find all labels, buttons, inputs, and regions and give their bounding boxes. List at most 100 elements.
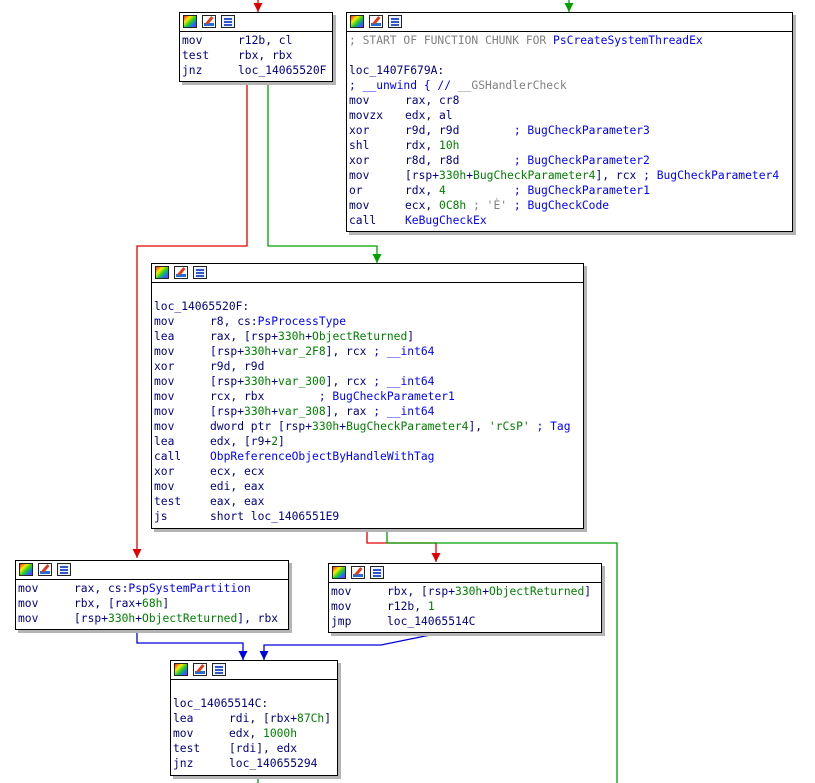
asm-line[interactable]: mov [rsp+330h+ObjectReturned], rbx — [18, 611, 288, 626]
edit-pencil-icon[interactable] — [202, 15, 216, 28]
asm-line[interactable] — [173, 681, 337, 696]
color-palette-icon[interactable] — [350, 15, 364, 28]
asm-line[interactable]: mov rax, cs:PspSystemPartition — [18, 581, 288, 596]
asm-line[interactable]: js short loc_1406551E9 — [154, 509, 583, 524]
asm-line[interactable]: mov rcx, rbx ; BugCheckParameter1 — [154, 389, 583, 404]
asm-line[interactable]: mov [rsp+330h+var_308], rax ; __int64 — [154, 404, 583, 419]
asm-line[interactable]: jnz loc_140655294 — [173, 756, 337, 771]
asm-line[interactable]: call KeBugCheckEx — [349, 213, 792, 228]
operand-token: ObpReferenceObjectByHandleWithTag — [210, 450, 435, 463]
operand-token: ecx, — [405, 199, 440, 212]
asm-line[interactable]: lea rdi, [rbx+87Ch] — [173, 711, 337, 726]
asm-line[interactable]: loc_14065520F: — [154, 299, 583, 314]
text-listing-icon[interactable] — [57, 563, 71, 576]
operand-token: ; BugCheckParameter1 — [318, 390, 455, 403]
mnemonic: xor — [154, 360, 175, 373]
asm-line[interactable]: or rdx, 4 ; BugCheckParameter1 — [349, 183, 792, 198]
asm-line[interactable]: mov [rsp+330h+BugCheckParameter4], rcx ; … — [349, 168, 792, 183]
asm-line[interactable]: mov r8, cs:PsProcessType — [154, 314, 583, 329]
text-listing-icon[interactable] — [388, 15, 402, 28]
mnemonic: movzx — [349, 109, 384, 122]
operand-token: PsProcessType — [257, 315, 347, 328]
asm-line[interactable]: loc_14065514C: — [173, 696, 337, 711]
operand-token: ] — [407, 330, 415, 343]
asm-line[interactable]: mov ecx, 0C8h ; 'È' ; BugCheckCode — [349, 198, 792, 213]
color-palette-icon[interactable] — [174, 663, 188, 676]
edit-pencil-icon[interactable] — [193, 663, 207, 676]
operand-token: ; __int64 — [373, 405, 435, 418]
asm-line[interactable]: ; __unwind { // __GSHandlerCheck — [349, 78, 792, 93]
asm-line[interactable]: mov rbx, [rax+68h] — [18, 596, 288, 611]
code-block-bugcheck[interactable]: ; START OF FUNCTION CHUNK FOR PsCreateSy… — [346, 12, 793, 232]
operand-token: 68h — [142, 597, 163, 610]
operand-token: edx, [r9+ — [210, 435, 272, 448]
asm-line[interactable]: loc_1407F679A: — [349, 63, 792, 78]
asm-line[interactable]: lea edx, [r9+2] — [154, 434, 583, 449]
code-block-system-partition[interactable]: mov rax, cs:PspSystemPartition mov rbx, [ra… — [15, 560, 289, 630]
edit-pencil-icon[interactable] — [38, 563, 52, 576]
asm-line[interactable]: mov [rsp+330h+var_2F8], rcx ; __int64 — [154, 344, 583, 359]
operand-token: ; 'È' — [473, 199, 514, 212]
operand-token: 330h — [244, 375, 272, 388]
edit-pencil-icon[interactable] — [369, 15, 383, 28]
asm-line[interactable] — [349, 48, 792, 63]
asm-line[interactable]: call ObpReferenceObjectByHandleWithTag — [154, 449, 583, 464]
code-block-loc-14065520F[interactable]: loc_14065520F: mov r8, cs:PsProcessType lea… — [151, 263, 584, 529]
asm-line[interactable]: jnz loc_14065520F — [182, 63, 332, 78]
color-palette-icon[interactable] — [155, 266, 169, 279]
asm-line[interactable]: test rbx, rbx — [182, 48, 332, 63]
operand-token: [rsp+ — [74, 612, 109, 625]
operand-token: r8d, r8d — [405, 154, 514, 167]
asm-line[interactable] — [154, 284, 583, 299]
edit-pencil-icon[interactable] — [351, 566, 365, 579]
comment-token: __GSHandlerCheck — [457, 79, 567, 92]
operand-token: 330h — [108, 612, 136, 625]
color-palette-icon[interactable] — [332, 566, 346, 579]
mnemonic: mov — [18, 597, 39, 610]
code-block-object-returned[interactable]: mov rbx, [rsp+330h+ObjectReturned] mov r12b… — [328, 563, 602, 633]
asm-line[interactable]: xor r9d, r9d ; BugCheckParameter3 — [349, 123, 792, 138]
operand-token: ; BugCheckParameter2 — [513, 154, 650, 167]
asm-line[interactable]: movzx edx, al — [349, 108, 792, 123]
operand-token: ] — [162, 597, 170, 610]
asm-line[interactable]: test [rdi], edx — [173, 741, 337, 756]
code-block-loc-14065514C[interactable]: loc_14065514C: lea rdi, [rbx+87Ch] mov edx, … — [170, 660, 338, 776]
mnemonic: lea — [154, 435, 175, 448]
edit-pencil-icon[interactable] — [174, 266, 188, 279]
code-block-test-rbx[interactable]: mov r12b, cl test rbx, rbx jnz loc_14065520F — [179, 12, 333, 82]
edge-b1-to-b4-arrowhead — [132, 549, 142, 558]
text-listing-icon[interactable] — [193, 266, 207, 279]
asm-line[interactable]: shl rdx, 10h — [349, 138, 792, 153]
asm-line[interactable]: ; START OF FUNCTION CHUNK FOR PsCreateSy… — [349, 33, 792, 48]
asm-line[interactable]: mov [rsp+330h+var_300], rcx ; __int64 — [154, 374, 583, 389]
asm-line[interactable]: xor r8d, r8d ; BugCheckParameter2 — [349, 153, 792, 168]
operand-token: 330h — [455, 585, 483, 598]
asm-line[interactable]: mov r12b, cl — [182, 33, 332, 48]
operand-token: eax, eax — [210, 495, 265, 508]
color-palette-icon[interactable] — [19, 563, 33, 576]
text-listing-icon[interactable] — [212, 663, 226, 676]
mnemonic: lea — [154, 330, 175, 343]
text-listing-icon[interactable] — [221, 15, 235, 28]
operand-token: 1 — [427, 600, 435, 613]
operand-token: r9d, r9d — [210, 360, 265, 373]
asm-line[interactable]: xor r9d, r9d — [154, 359, 583, 374]
operand-token: edi, eax — [210, 480, 265, 493]
asm-line[interactable]: mov rbx, [rsp+330h+ObjectReturned] — [331, 584, 601, 599]
mnemonic: jnz — [182, 64, 203, 77]
operand-token: r12b, cl — [238, 34, 293, 47]
asm-line[interactable]: xor ecx, ecx — [154, 464, 583, 479]
asm-line[interactable]: mov edx, 1000h — [173, 726, 337, 741]
operand-token: ; __int64 — [373, 345, 435, 358]
asm-line[interactable]: mov r12b, 1 — [331, 599, 601, 614]
asm-line[interactable]: mov dword ptr [rsp+330h+BugCheckParameter… — [154, 419, 583, 434]
text-listing-icon[interactable] — [370, 566, 384, 579]
color-palette-icon[interactable] — [183, 15, 197, 28]
asm-line[interactable]: mov rax, cr8 — [349, 93, 792, 108]
asm-line[interactable]: test eax, eax — [154, 494, 583, 509]
operand-token: 10h — [439, 139, 460, 152]
asm-line[interactable]: mov edi, eax — [154, 479, 583, 494]
mnemonic: mov — [18, 582, 39, 595]
asm-line[interactable]: jmp loc_14065514C — [331, 614, 601, 629]
asm-line[interactable]: lea rax, [rsp+330h+ObjectReturned] — [154, 329, 583, 344]
